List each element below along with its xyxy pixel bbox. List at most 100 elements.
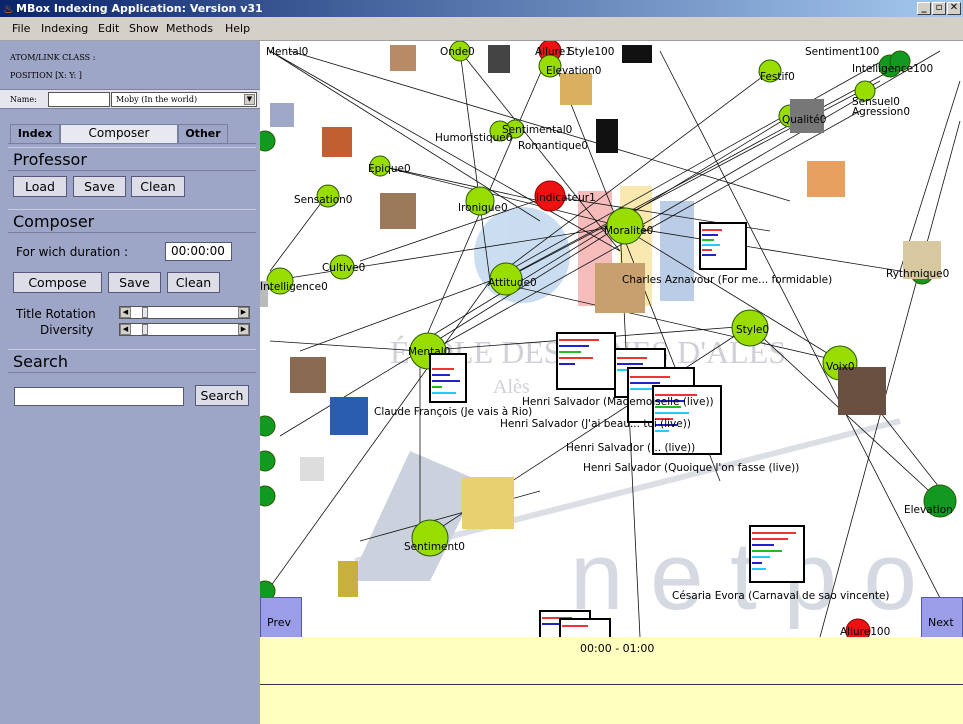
professor-header: Professor xyxy=(8,147,256,171)
album-cover-beatles[interactable] xyxy=(596,119,618,153)
node-label: Voix0 xyxy=(826,361,855,373)
window-title: MBox Indexing Application: Version v31 xyxy=(16,2,263,15)
album-cover-11[interactable] xyxy=(290,357,326,393)
menu-help[interactable]: Help xyxy=(225,22,250,35)
node-left-2[interactable] xyxy=(260,450,276,472)
menu-methods[interactable]: Methods xyxy=(166,22,213,35)
track-label: Césaria Evora (Carnaval de sao vincente) xyxy=(672,590,890,602)
album-cover-5[interactable] xyxy=(270,103,294,127)
arrow-right-icon[interactable]: ▶ xyxy=(238,324,249,335)
album-cover-12[interactable] xyxy=(838,367,886,415)
node-label: Intelligence0 xyxy=(260,281,328,293)
node-label: Sentiment0 xyxy=(404,541,465,553)
name-input[interactable] xyxy=(48,92,110,107)
node-label: Sentimental0 xyxy=(502,124,572,136)
composer-clean-button[interactable]: Clean xyxy=(167,272,220,293)
graph-svg[interactable]: ÉCOLE DES MINES D'ALÈS Alès n e t p o xyxy=(260,41,963,637)
track-box-evora[interactable] xyxy=(749,525,805,583)
professor-clean-button[interactable]: Clean xyxy=(131,176,185,197)
album-cover-13[interactable] xyxy=(300,457,324,481)
search-input[interactable] xyxy=(14,387,184,406)
composer-save-button[interactable]: Save xyxy=(108,272,161,293)
menu-show[interactable]: Show xyxy=(129,22,159,35)
timeline-range: 00:00 - 01:00 xyxy=(580,642,655,655)
node-label: Moralité0 xyxy=(604,225,653,237)
menu-indexing[interactable]: Indexing xyxy=(41,22,88,35)
track-label: Henri Salvador (Quoique l'on fasse (live… xyxy=(583,462,799,474)
minimize-icon[interactable]: _ xyxy=(917,2,931,15)
name-label: Name: xyxy=(10,95,37,104)
track-label: Henri Salvador (... (live)) xyxy=(566,442,695,454)
diversity-thumb[interactable] xyxy=(141,324,148,335)
node-label: Allure1 xyxy=(535,46,572,58)
prev-button[interactable]: Prev xyxy=(260,597,302,637)
node-left-3[interactable] xyxy=(260,485,276,507)
track-box-salvador-1[interactable] xyxy=(556,332,616,390)
track-label: Claude François (Je vais à Rio) xyxy=(374,406,532,418)
professor-load-button[interactable]: Load xyxy=(13,176,67,197)
album-cover-14[interactable] xyxy=(338,561,358,597)
window-titlebar: ♨ MBox Indexing Application: Version v31… xyxy=(0,0,963,17)
album-covers[interactable] xyxy=(260,45,941,597)
album-cover-gang[interactable] xyxy=(330,397,368,435)
maximize-icon[interactable]: ▫ xyxy=(932,2,946,15)
menu-file[interactable]: File xyxy=(12,22,30,35)
chevron-down-icon[interactable]: ▼ xyxy=(244,94,255,105)
node-label: Ironique0 xyxy=(458,202,508,214)
title-rotation-slider[interactable]: ◀ ▶ xyxy=(119,306,250,319)
name-select[interactable]: Moby (In the world) ▼ xyxy=(111,92,257,107)
album-cover-aznavour[interactable] xyxy=(595,263,645,313)
arrow-right-icon[interactable]: ▶ xyxy=(238,307,249,318)
album-cover-2[interactable] xyxy=(488,45,510,73)
tab-other[interactable]: Other xyxy=(178,124,228,143)
album-cover-ella[interactable] xyxy=(807,161,845,197)
album-cover-3[interactable] xyxy=(622,45,652,63)
track-box-bottom-2[interactable] xyxy=(559,618,611,637)
track-box-aznavour[interactable] xyxy=(699,222,747,270)
duration-label: For wich duration : xyxy=(16,245,129,259)
track-box-francois[interactable] xyxy=(429,353,467,403)
node-label: Epique0 xyxy=(368,163,411,175)
node-label: Festif0 xyxy=(760,71,795,83)
arrow-left-icon[interactable]: ◀ xyxy=(120,324,131,335)
menubar: File Indexing Edit Show Methods Help xyxy=(0,17,963,41)
tab-index[interactable]: Index xyxy=(10,124,60,143)
search-header: Search xyxy=(8,349,256,373)
search-button[interactable]: Search xyxy=(195,385,249,406)
watermark-city-text: Alès xyxy=(493,376,530,398)
album-cover-bob-azzam[interactable] xyxy=(462,477,514,529)
composer-header: Composer xyxy=(8,209,256,233)
close-icon[interactable]: ✕ xyxy=(947,2,961,15)
album-cover-1[interactable] xyxy=(390,45,416,71)
title-rotation-thumb[interactable] xyxy=(141,307,148,318)
diversity-slider[interactable]: ◀ ▶ xyxy=(119,323,250,336)
duration-field[interactable]: 00:00:00 xyxy=(165,242,232,261)
node-left-1[interactable] xyxy=(260,415,276,437)
album-cover-4[interactable] xyxy=(560,73,592,105)
node-label: Cultive0 xyxy=(322,262,365,274)
node-label: Style0 xyxy=(736,324,769,336)
next-button[interactable]: Next xyxy=(921,597,963,637)
node-label: Intelligence100 xyxy=(852,63,933,75)
track-label: Henri Salvador (Mademoiselle (live)) xyxy=(522,396,714,408)
node-label: Qualité0 xyxy=(782,114,826,126)
compose-button[interactable]: Compose xyxy=(13,272,102,293)
arrow-left-icon[interactable]: ◀ xyxy=(120,307,131,318)
left-panel: ATOM/LINK CLASS : POSITION [X: Y: ] Name… xyxy=(0,41,260,724)
diversity-label: Diversity xyxy=(40,323,94,337)
timeline-panel[interactable]: 00:00 - 01:00 xyxy=(260,637,963,724)
node-label: Elevation0 xyxy=(546,65,601,77)
node-label: Humoristique0 xyxy=(435,132,512,144)
professor-save-button[interactable]: Save xyxy=(73,176,126,197)
node-label: Mental0 xyxy=(266,46,308,58)
album-cover-8[interactable] xyxy=(380,193,416,229)
album-cover-6[interactable] xyxy=(322,127,352,157)
java-app-icon: ♨ xyxy=(3,2,14,16)
node-label: Style100 xyxy=(568,46,614,58)
tab-composer[interactable]: Composer xyxy=(60,124,178,143)
menu-edit[interactable]: Edit xyxy=(98,22,119,35)
graph-canvas[interactable]: ÉCOLE DES MINES D'ALÈS Alès n e t p o xyxy=(260,41,963,637)
node-label: Onde0 xyxy=(440,46,475,58)
node-left-5[interactable] xyxy=(260,130,276,152)
watermark-netpo-text: n e t p o xyxy=(570,523,917,630)
